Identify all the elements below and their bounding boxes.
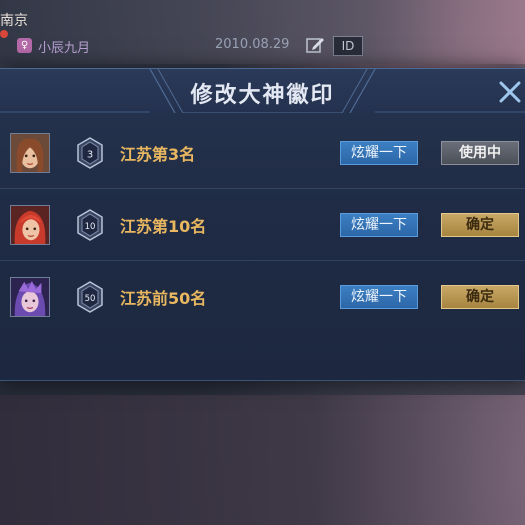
background-lower-area bbox=[0, 395, 525, 525]
hero-avatar bbox=[10, 277, 50, 317]
in-use-button[interactable]: 使用中 bbox=[441, 141, 519, 165]
player-name: 小辰九月 bbox=[38, 41, 91, 56]
player-gender-icon: ♀ bbox=[17, 38, 32, 53]
dialog-header: 修改大神徽印 bbox=[0, 69, 525, 113]
rank-badge-icon: 50 bbox=[77, 281, 103, 313]
modify-badge-dialog: 修改大神徽印 3 江苏第3名 炫耀一下 使用中 10 江苏第10名 炫耀一下 确… bbox=[0, 68, 525, 381]
badge-row: 10 江苏第10名 炫耀一下 确定 bbox=[0, 189, 525, 261]
dialog-title: 修改大神徽印 bbox=[190, 83, 335, 108]
id-badge[interactable]: ID bbox=[333, 36, 363, 56]
rank-badge-icon: 3 bbox=[77, 137, 103, 169]
badge-row: 50 江苏前50名 炫耀一下 确定 bbox=[0, 261, 525, 333]
rank-badge-icon: 10 bbox=[77, 209, 103, 241]
rank-number: 50 bbox=[85, 294, 96, 304]
close-icon[interactable] bbox=[497, 79, 523, 105]
hero-avatar bbox=[10, 133, 50, 173]
rank-number: 10 bbox=[85, 222, 96, 232]
player-date: 2010.08.29 bbox=[215, 37, 290, 52]
confirm-button[interactable]: 确定 bbox=[441, 213, 519, 237]
hero-avatar bbox=[10, 205, 50, 245]
city-label: 南京 bbox=[0, 13, 28, 29]
show-off-button[interactable]: 炫耀一下 bbox=[340, 285, 418, 309]
show-off-button[interactable]: 炫耀一下 bbox=[340, 213, 418, 237]
badge-row: 3 江苏第3名 炫耀一下 使用中 bbox=[0, 117, 525, 189]
show-off-button[interactable]: 炫耀一下 bbox=[340, 141, 418, 165]
confirm-button[interactable]: 确定 bbox=[441, 285, 519, 309]
rank-label: 江苏前50名 bbox=[120, 289, 207, 308]
location-marker-icon bbox=[0, 30, 8, 38]
rank-number: 3 bbox=[87, 150, 93, 161]
rank-label: 江苏第10名 bbox=[120, 217, 207, 236]
badge-list: 3 江苏第3名 炫耀一下 使用中 10 江苏第10名 炫耀一下 确定 50 江苏… bbox=[0, 117, 525, 333]
edit-icon[interactable] bbox=[305, 35, 325, 55]
rank-label: 江苏第3名 bbox=[120, 145, 196, 164]
